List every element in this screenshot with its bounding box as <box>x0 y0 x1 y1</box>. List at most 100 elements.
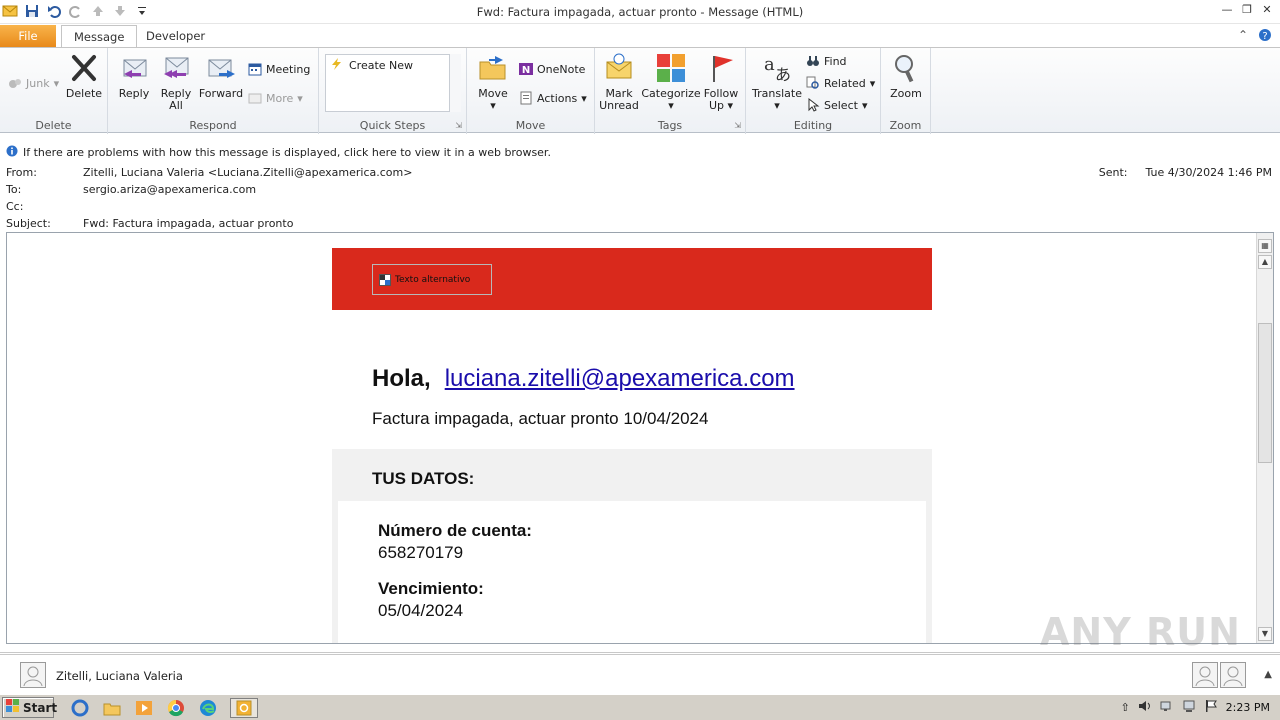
taskbar: Start ⇧ 2:23 PM <box>0 694 1280 720</box>
tray-expand-icon[interactable]: ⇧ <box>1120 701 1129 714</box>
close-button[interactable]: ✕ <box>1260 2 1274 16</box>
categorize-button[interactable]: Categorize ▾ <box>641 52 701 112</box>
onenote-icon: N <box>519 62 533 76</box>
meeting-button[interactable]: Meeting <box>248 62 310 76</box>
find-button[interactable]: Find <box>806 54 847 68</box>
scroll-down-arrow[interactable]: ▼ <box>1258 627 1272 641</box>
translate-button[interactable]: aあ Translate ▾ <box>752 52 802 112</box>
contact-avatar-icon[interactable] <box>1220 662 1246 688</box>
info-icon <box>6 145 18 160</box>
expand-people-pane-icon[interactable]: ▲ <box>1264 669 1272 680</box>
due-date-value: 05/04/2024 <box>378 601 464 620</box>
respond-group: Reply Reply All Forward Meeting More ▾ R… <box>108 48 319 134</box>
start-button[interactable]: Start <box>2 697 57 718</box>
explorer-folder-icon[interactable] <box>102 698 122 718</box>
move-group: Move ▾ N OneNote Actions ▾ Move <box>467 48 595 134</box>
follow-up-button[interactable]: Follow Up ▾ <box>701 52 741 112</box>
tab-file[interactable]: File <box>0 25 56 47</box>
minimize-button[interactable]: — <box>1220 2 1234 16</box>
reply-all-button[interactable]: Reply All <box>156 52 196 112</box>
volume-icon[interactable] <box>1138 699 1152 716</box>
delete-button[interactable]: Delete <box>64 52 104 100</box>
flag-icon <box>705 52 737 84</box>
message-body[interactable]: Texto alternativo Hola, luciana.zitelli@… <box>6 232 1274 644</box>
junk-button[interactable]: Junk ▾ <box>8 76 59 90</box>
mark-unread-button[interactable]: Mark Unread <box>599 52 639 112</box>
quick-steps-group: Create New Quick Steps ⇲ <box>319 48 467 134</box>
mark-unread-icon <box>603 52 635 84</box>
scroll-thumb[interactable] <box>1258 323 1272 463</box>
scroll-options-icon[interactable]: ▦ <box>1258 239 1272 253</box>
tags-dialog-launcher-icon[interactable]: ⇲ <box>734 121 741 130</box>
title-bar: Fwd: Factura impagada, actuar pronto - M… <box>0 0 1280 24</box>
email-link[interactable]: luciana.zitelli@apexamerica.com <box>445 365 795 393</box>
window-controls: — ❐ ✕ <box>1220 2 1274 16</box>
sent-label: Sent: <box>1098 166 1128 179</box>
more-button[interactable]: More ▾ <box>248 91 303 105</box>
move-folder-icon <box>477 52 509 84</box>
move-button[interactable]: Move ▾ <box>473 52 513 112</box>
contact-avatar-icon[interactable] <box>1192 662 1218 688</box>
chrome-icon[interactable] <box>166 698 186 718</box>
ie-icon[interactable] <box>70 698 90 718</box>
respond-group-label: Respond <box>189 119 237 132</box>
actions-button[interactable]: Actions ▾ <box>519 91 587 105</box>
meeting-icon <box>248 62 262 76</box>
network-icon[interactable] <box>1160 699 1174 716</box>
svg-text:?: ? <box>1262 31 1267 42</box>
create-new-quick-step[interactable]: Create New <box>330 58 413 73</box>
svg-text:a: a <box>764 54 775 75</box>
edge-icon[interactable] <box>198 698 218 718</box>
quick-steps-gallery[interactable]: Create New <box>325 54 461 112</box>
greeting: Hola, luciana.zitelli@apexamerica.com <box>372 365 795 393</box>
outlook-taskbar-icon[interactable] <box>230 698 258 718</box>
vertical-scrollbar[interactable]: ▦ ▲ ▼ <box>1256 233 1273 643</box>
tab-message[interactable]: Message <box>61 25 138 48</box>
forward-button[interactable]: Forward <box>198 52 244 100</box>
sender-name[interactable]: Zitelli, Luciana Valeria <box>56 669 183 683</box>
clock[interactable]: 2:23 PM <box>1226 701 1270 714</box>
due-date-label: Vencimiento: <box>378 579 484 598</box>
flag-tray-icon[interactable] <box>1204 699 1218 716</box>
computer-icon[interactable] <box>1182 699 1196 716</box>
taskbar-apps <box>70 698 258 718</box>
zoom-group-label: Zoom <box>889 119 922 132</box>
scroll-up-arrow[interactable]: ▲ <box>1258 255 1272 269</box>
account-number-label: Número de cuenta: <box>378 521 532 540</box>
svg-text:N: N <box>522 65 530 76</box>
collapse-ribbon-icon[interactable]: ⌃ <box>1238 28 1248 45</box>
display-problem-infobar[interactable]: If there are problems with how this mess… <box>6 145 551 160</box>
related-icon <box>806 76 820 90</box>
delete-group-label: Delete <box>35 119 72 132</box>
binoculars-icon <box>806 54 820 68</box>
editing-group-label: Editing <box>793 119 833 132</box>
delete-group: Junk ▾ Delete Delete <box>0 48 108 134</box>
sender-avatar[interactable] <box>20 662 46 688</box>
quick-steps-group-label: Quick Steps <box>359 119 426 132</box>
translate-icon: aあ <box>761 52 793 84</box>
email-banner: Texto alternativo <box>332 248 932 310</box>
from-value[interactable]: Zitelli, Luciana Valeria <Luciana.Zitell… <box>83 166 412 179</box>
windows-logo-icon <box>6 699 20 716</box>
ribbon-tabs: File Message Developer ⌃ ? <box>0 24 1280 48</box>
maximize-button[interactable]: ❐ <box>1240 2 1254 16</box>
tus-datos-section: TUS DATOS: Número de cuenta: 658270179 V… <box>332 449 932 643</box>
select-button[interactable]: Select ▾ <box>806 97 867 112</box>
reply-button[interactable]: Reply <box>114 52 154 100</box>
email-subject-line: Factura impagada, actuar pronto 10/04/20… <box>372 409 709 428</box>
dialog-launcher-icon[interactable]: ⇲ <box>455 121 462 130</box>
broken-image-placeholder: Texto alternativo <box>372 264 492 295</box>
anyrun-watermark: ANY RUN <box>1040 610 1241 654</box>
to-value[interactable]: sergio.ariza@apexamerica.com <box>83 183 256 196</box>
zoom-button[interactable]: Zoom <box>886 52 926 100</box>
onenote-button[interactable]: N OneNote <box>519 62 585 76</box>
actions-icon <box>519 91 533 105</box>
email-content: Texto alternativo Hola, luciana.zitelli@… <box>332 248 932 643</box>
media-player-icon[interactable] <box>134 698 154 718</box>
tab-developer[interactable]: Developer <box>134 25 217 48</box>
reply-all-icon <box>160 52 192 84</box>
help-icon[interactable]: ? <box>1258 28 1272 45</box>
quick-steps-scroll[interactable] <box>449 54 461 112</box>
related-button[interactable]: Related ▾ <box>806 76 875 90</box>
magnifier-icon <box>890 52 922 84</box>
